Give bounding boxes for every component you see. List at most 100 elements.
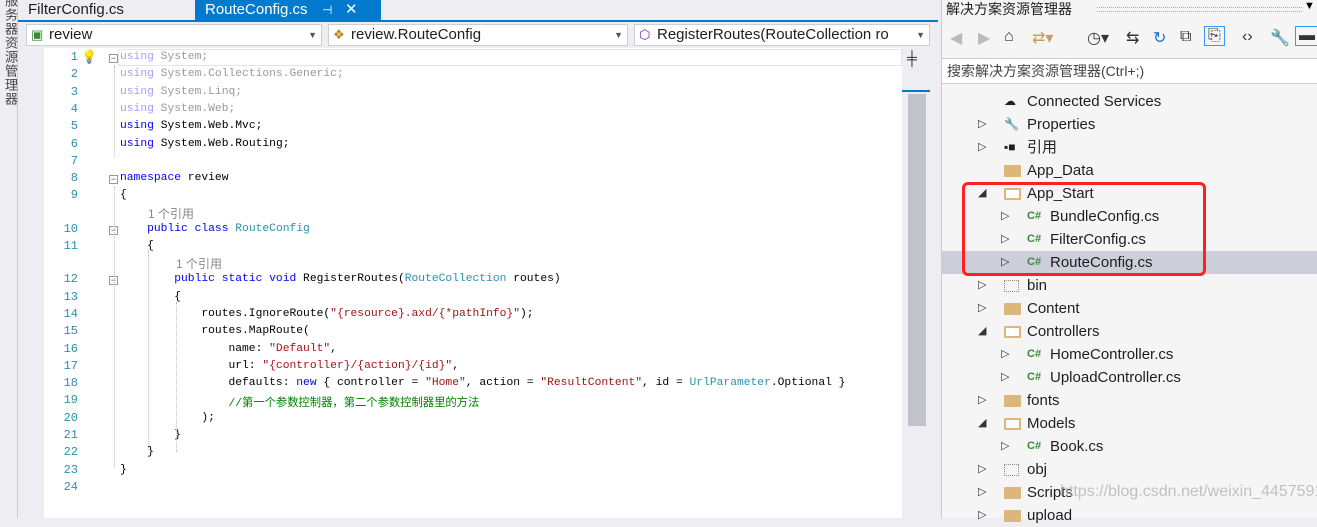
code-token: using (120, 137, 154, 150)
line-number: 5 (70, 119, 78, 134)
code-line[interactable]: using System.Collections.Generic; (120, 68, 344, 80)
fold-toggle-icon[interactable]: − (109, 175, 118, 185)
tree-item[interactable]: ▷ bin (942, 274, 1317, 297)
tree-item[interactable]: ◢ Models (942, 412, 1317, 435)
scrollbar-thumb[interactable] (908, 94, 926, 426)
tree-item[interactable]: ▷ ▪■ 引用 (942, 136, 1317, 159)
code-line[interactable]: ); (120, 412, 215, 424)
tree-item[interactable]: ▷ C# UploadController.cs (942, 366, 1317, 389)
code-token: "ResultContent" (540, 377, 643, 390)
highlight-annotation-box (962, 182, 1206, 276)
sync-icon[interactable]: ⇆ (1126, 28, 1139, 48)
code-line[interactable]: routes.IgnoreRoute("{resource}.axd/{*pat… (120, 307, 534, 320)
collapsed-arrow-icon[interactable]: ▷ (978, 136, 986, 159)
code-line[interactable]: using System; (120, 51, 208, 63)
csharp-file-icon: C# (1027, 348, 1042, 360)
back-icon[interactable]: ◀ (950, 28, 962, 48)
lightbulb-icon[interactable]: 💡 (81, 49, 97, 65)
code-line[interactable]: defaults: new { controller = "Home", act… (120, 377, 845, 389)
code-line[interactable]: public class RouteConfig (120, 223, 310, 235)
collapsed-arrow-icon[interactable]: ▷ (1001, 435, 1009, 458)
collapsed-arrow-icon[interactable]: ▷ (978, 297, 986, 320)
code-line[interactable]: using System.Web.Mvc; (120, 120, 262, 132)
wrench-icon: 🔧 (1004, 117, 1019, 131)
code-token: ); (520, 307, 534, 320)
folder-icon (1004, 487, 1021, 499)
switch-views-icon[interactable]: ⇄▾ (1032, 28, 1053, 48)
fold-toggle-icon[interactable]: − (109, 54, 118, 63)
expanded-arrow-icon[interactable]: ◢ (978, 320, 986, 343)
code-token: url: (120, 359, 263, 372)
pending-changes-icon[interactable]: ◷▾ (1087, 28, 1109, 48)
tree-item[interactable]: ▷ obj (942, 458, 1317, 481)
code-line[interactable]: using System.Web.Routing; (120, 138, 290, 150)
collapsed-arrow-icon[interactable]: ▷ (1001, 366, 1009, 389)
pin-icon[interactable]: ⊣ (322, 0, 332, 20)
code-token: using (120, 85, 154, 98)
home-icon[interactable]: ⌂ (1004, 28, 1014, 46)
codelens-references[interactable]: 1 个引用 (176, 255, 222, 272)
code-line[interactable]: } (120, 464, 127, 476)
collapsed-arrow-icon[interactable]: ▷ (978, 389, 986, 412)
split-icon[interactable]: ╪ (907, 50, 917, 66)
show-all-files-icon[interactable]: ⎘ (1204, 26, 1225, 46)
code-line[interactable]: using System.Web; (120, 103, 235, 115)
project-value: review (49, 26, 93, 43)
properties-icon[interactable]: 🔧 (1270, 28, 1290, 48)
project-icon: ▣ (31, 27, 44, 42)
code-line[interactable]: using System.Linq; (120, 86, 242, 98)
code-line[interactable]: { (120, 291, 181, 303)
tab-filterconfig[interactable]: FilterConfig.cs (18, 0, 134, 20)
collapsed-arrow-icon[interactable]: ▷ (978, 481, 986, 504)
tab-routeconfig[interactable]: RouteConfig.cs ⊣ ✕ (195, 0, 381, 20)
code-line[interactable]: name: "Default", (120, 343, 337, 355)
collapsed-arrow-icon[interactable]: ▷ (978, 458, 986, 481)
refresh-icon[interactable]: ↻ (1153, 28, 1166, 48)
collapse-all-icon[interactable]: ⧉ (1180, 28, 1191, 46)
code-line[interactable]: namespace review (120, 172, 228, 184)
tree-item[interactable]: ▷ C# Book.cs (942, 435, 1317, 458)
class-icon: ❖ (333, 27, 345, 42)
collapsed-arrow-icon[interactable]: ▷ (978, 113, 986, 136)
code-line[interactable]: } (120, 429, 181, 441)
tree-item[interactable]: ▷ fonts (942, 389, 1317, 412)
type-dropdown[interactable]: ❖ review.RouteConfig ▼ (328, 24, 628, 46)
codelens-references[interactable]: 1 个引用 (148, 205, 194, 222)
tree-item[interactable]: ▷ upload (942, 504, 1317, 527)
code-line[interactable]: //第一个参数控制器，第二个参数控制器里的方法 (120, 394, 479, 410)
project-dropdown[interactable]: ▣ review ▼ (26, 24, 322, 46)
expanded-arrow-icon[interactable]: ◢ (978, 412, 986, 435)
collapsed-arrow-icon[interactable]: ▷ (978, 504, 986, 527)
preview-icon[interactable]: ▬ (1295, 26, 1317, 46)
member-dropdown[interactable]: ⬡ RegisterRoutes(RouteCollection ro ▼ (634, 24, 930, 46)
title-grip[interactable] (1097, 7, 1302, 12)
solution-search-input[interactable]: 搜索解决方案资源管理器(Ctrl+;) (942, 58, 1317, 84)
tree-item[interactable]: ☁ Connected Services (942, 90, 1317, 113)
tree-item[interactable]: ▷ Content (942, 297, 1317, 320)
code-token: name: (120, 342, 270, 355)
indent-guide (114, 187, 115, 467)
tree-item[interactable]: App_Data (942, 159, 1317, 182)
code-line[interactable]: { (120, 189, 127, 201)
tree-item[interactable]: ◢ Controllers (942, 320, 1317, 343)
collapsed-arrow-icon[interactable]: ▷ (1001, 343, 1009, 366)
server-explorer-side-tab[interactable]: 服务器资源管理器 (0, 0, 18, 518)
code-line[interactable]: url: "{controller}/{action}/{id}", (120, 360, 459, 372)
forward-icon[interactable]: ▶ (978, 28, 990, 48)
dropdown-icon[interactable]: ▼ (1304, 0, 1315, 12)
code-token: System.Web.Routing; (160, 137, 290, 150)
code-token: , id = (642, 377, 690, 390)
tree-item-label: Book.cs (1050, 438, 1104, 455)
folder-icon (1004, 303, 1021, 315)
line-number: 9 (70, 188, 78, 203)
code-token: } (120, 463, 127, 476)
close-icon[interactable]: ✕ (345, 0, 358, 20)
view-code-icon[interactable]: ‹› (1242, 28, 1253, 46)
tree-item[interactable]: ▷ 🔧 Properties (942, 113, 1317, 136)
line-number: 11 (63, 239, 78, 253)
chevron-down-icon: ▼ (916, 30, 925, 40)
tree-item[interactable]: ▷ C# HomeController.cs (942, 343, 1317, 366)
tree-item-label: Properties (1027, 116, 1096, 133)
collapsed-arrow-icon[interactable]: ▷ (978, 274, 986, 297)
code-line[interactable]: public static void RegisterRoutes(RouteC… (120, 273, 560, 285)
